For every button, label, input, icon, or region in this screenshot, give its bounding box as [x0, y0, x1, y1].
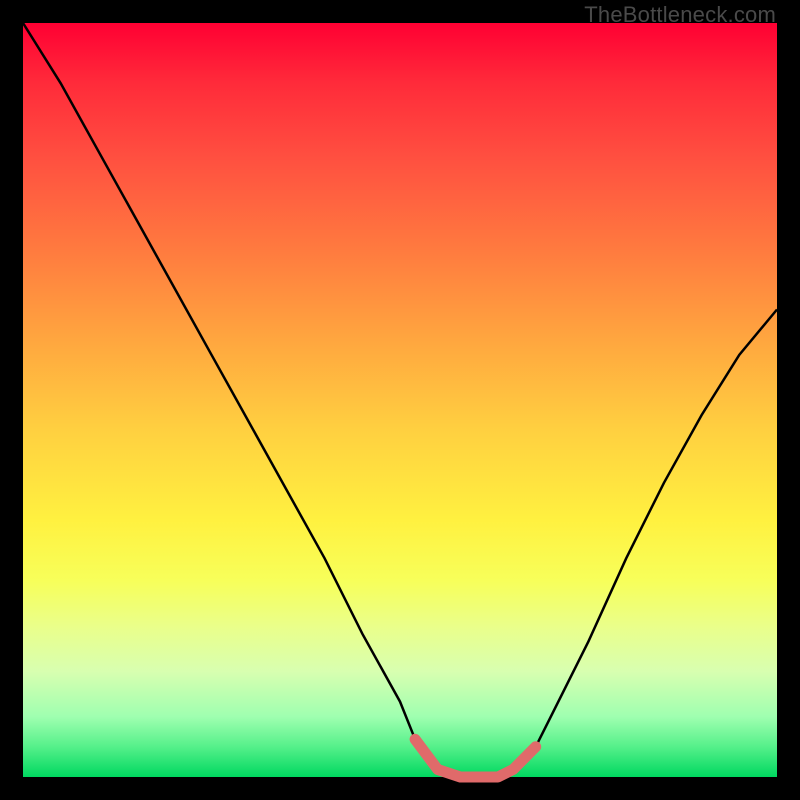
bottleneck-curve-svg	[23, 23, 777, 777]
bottleneck-curve-path	[23, 23, 777, 777]
plot-area	[23, 23, 777, 777]
minimum-highlight-path	[415, 739, 536, 777]
chart-frame: TheBottleneck.com	[0, 0, 800, 800]
